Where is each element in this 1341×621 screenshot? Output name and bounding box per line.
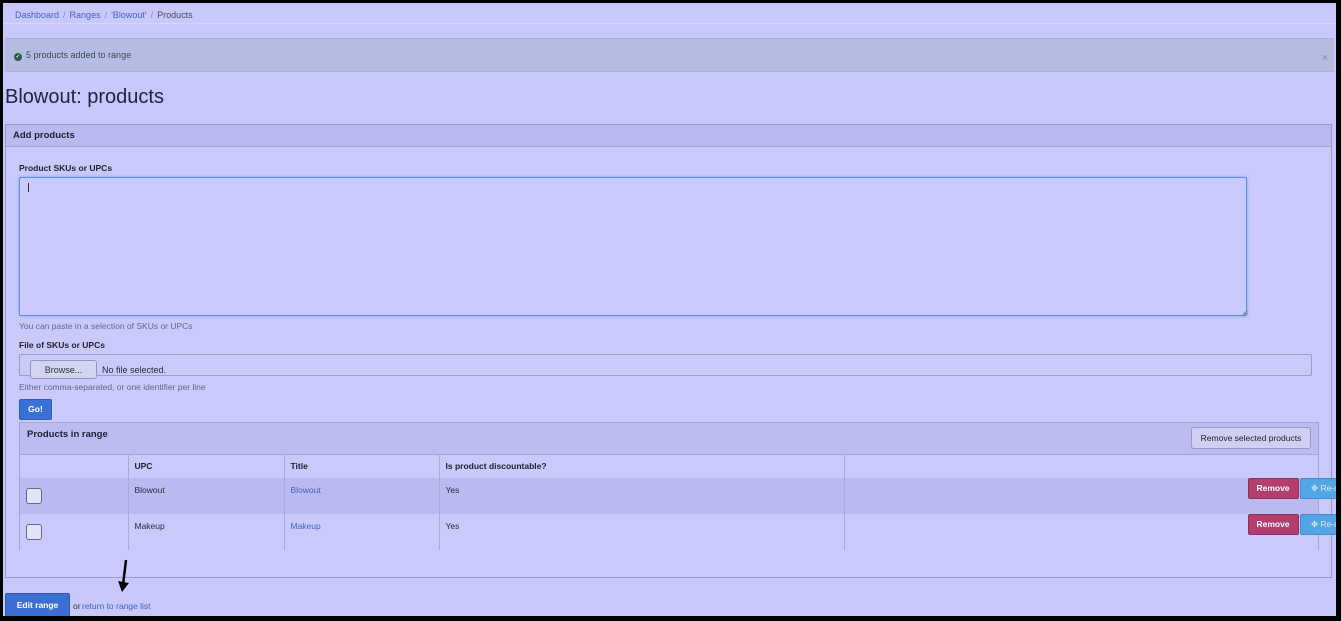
alert-message: 5 products added to range [26,50,132,60]
reorder-button[interactable]: ✥ Re-order [1299,478,1336,499]
page-frame: Dashboard / Ranges / 'Blowout' / Products ✓ 5 … [3,3,1336,616]
check-circle-icon: ✓ [14,53,22,61]
actions-cell: Remove ✥ Re-order [844,514,1336,550]
table-row: Makeup Makeup Yes Remove ✥ Re-order [20,514,1336,550]
arrow-down-icon [118,559,129,592]
go-button[interactable]: Go! [19,399,52,420]
file-help-text: Either comma-separated, or one identifie… [19,382,206,392]
column-header-title: Title [284,454,440,478]
product-title-link[interactable]: Makeup [291,521,321,531]
breadcrumb-range[interactable]: 'Blowout' [111,10,146,20]
range-title: Products in range [27,429,108,440]
file-input[interactable]: Browse... No file selected. [19,354,1312,379]
product-title-link[interactable]: Blowout [291,485,321,495]
table-row: Blowout Blowout Yes Remove ✥ Re-order [20,478,1336,514]
row-checkbox[interactable] [26,524,42,540]
column-header-select [20,454,129,478]
title-cell: Makeup [284,514,440,550]
move-icon: ✥ [1310,519,1319,529]
row-checkbox[interactable] [26,488,42,504]
return-to-range-list-link[interactable]: return to range list [82,601,151,611]
select-cell [20,478,129,514]
table-header-row: UPC Title Is product discountable? [20,454,1318,478]
success-alert: ✓ 5 products added to range × [5,38,1334,72]
add-products-panel: Add products Product SKUs or UPCs ◢ You … [5,124,1336,578]
move-icon: ✥ [1310,483,1319,493]
breadcrumb-divider [3,23,1336,24]
reorder-label: Re-order [1320,483,1336,493]
breadcrumb-current: Products [157,10,193,20]
sku-label: Product SKUs or UPCs [19,163,113,173]
column-header-discountable: Is product discountable? [439,454,845,478]
actions-cell: Remove ✥ Re-order [844,478,1336,514]
text-caret [28,183,29,192]
or-text: or [73,601,81,611]
remove-button[interactable]: Remove [1247,478,1299,499]
resize-grip-icon[interactable]: ◢ [1242,308,1247,316]
edit-range-button[interactable]: Edit range [5,593,70,616]
upc-cell: Makeup [128,514,285,550]
file-status: No file selected. [102,365,167,375]
breadcrumb-separator: / [63,10,66,20]
column-header-upc: UPC [128,454,285,478]
remove-button[interactable]: Remove [1247,514,1299,535]
products-table: UPC Title Is product discountable? Blowo… [20,454,1336,550]
remove-selected-button[interactable]: Remove selected products [1191,427,1311,449]
column-header-actions [844,454,1318,478]
discountable-cell: Yes [439,478,845,514]
close-icon[interactable]: × [1322,52,1328,64]
page-title: Blowout: products [5,86,164,108]
sku-help-text: You can paste in a selection of SKUs or … [19,321,193,331]
breadcrumb: Dashboard / Ranges / 'Blowout' / Products [15,7,193,23]
range-heading-bar: Products in range Remove selected produc… [20,423,1318,455]
products-in-range-panel: Products in range Remove selected produc… [19,422,1336,550]
browse-button[interactable]: Browse... [30,360,97,379]
reorder-label: Re-order [1320,519,1336,529]
breadcrumb-ranges[interactable]: Ranges [70,10,101,20]
upc-cell: Blowout [128,478,285,514]
breadcrumb-separator: / [104,10,108,20]
file-label: File of SKUs or UPCs [19,340,105,350]
reorder-button[interactable]: ✥ Re-order [1299,514,1336,535]
sku-textarea[interactable] [19,177,1247,316]
breadcrumb-separator: / [150,10,154,20]
breadcrumb-dashboard[interactable]: Dashboard [15,10,59,20]
panel-heading: Add products [6,125,1331,147]
title-cell: Blowout [284,478,440,514]
discountable-cell: Yes [439,514,845,550]
select-cell [20,514,129,550]
